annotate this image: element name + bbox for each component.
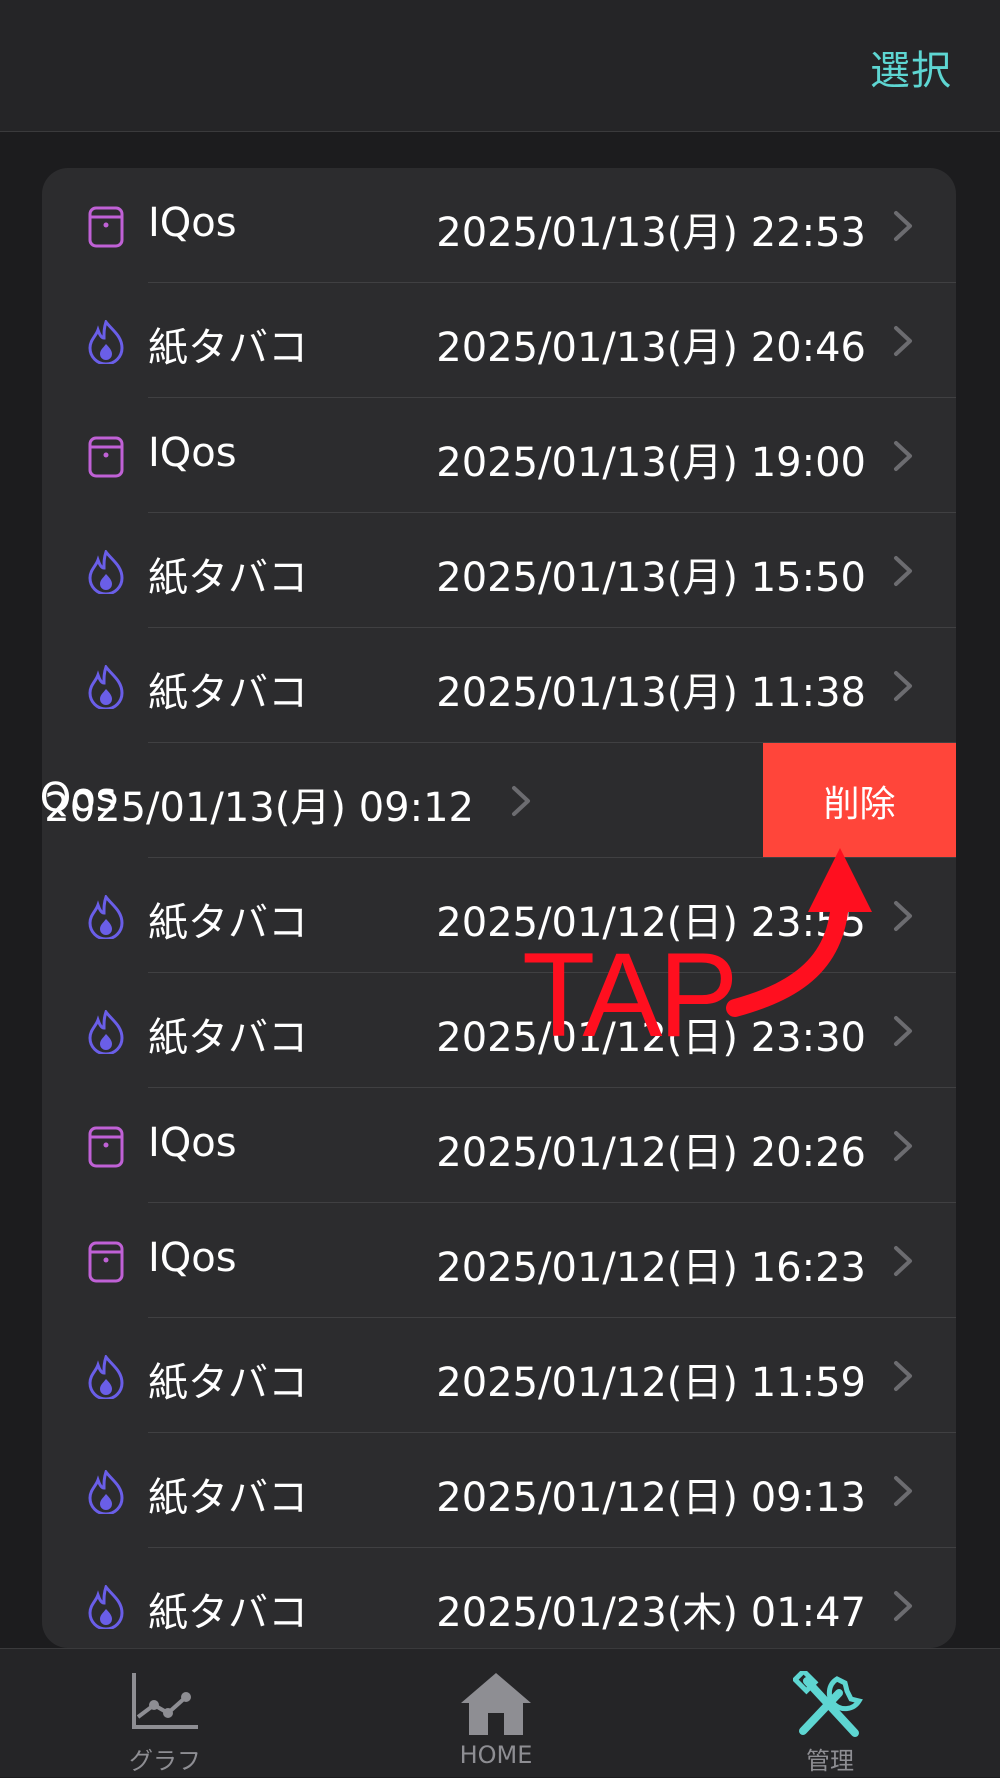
list-item[interactable]: 紙タバコ 2025/01/23(木) 01:47 xyxy=(42,1548,956,1648)
row-datetime: 2025/01/12(日) 09:13 xyxy=(436,1475,866,1521)
flame-icon xyxy=(86,893,126,941)
row-datetime: 2025/01/23(木) 01:47 xyxy=(436,1590,866,1636)
tab-graph[interactable]: グラフ xyxy=(65,1649,265,1778)
row-type-label: 紙タバコ xyxy=(148,900,308,946)
list-item[interactable]: 紙タバコ 2025/01/12(日) 11:59 xyxy=(42,1318,956,1433)
list-item[interactable]: IQos 2025/01/12(日) 20:26 xyxy=(42,1088,956,1203)
tools-icon xyxy=(793,1671,863,1737)
tab-manage-label: 管理 xyxy=(806,1747,854,1775)
row-datetime: 2025/01/12(日) 11:59 xyxy=(436,1360,866,1406)
chevron-right-icon xyxy=(510,785,532,817)
flame-icon xyxy=(86,1008,126,1056)
list-item[interactable]: 紙タバコ 2025/01/13(月) 11:38 xyxy=(42,628,956,743)
flame-icon xyxy=(86,663,126,711)
row-datetime: 2025/01/13(月) 09:12 xyxy=(44,785,474,831)
flame-icon xyxy=(86,1583,126,1631)
list-item[interactable]: 紙タバコ 2025/01/12(日) 23:30 xyxy=(42,973,956,1088)
list-item[interactable]: IQos 2025/01/13(月) 22:53 xyxy=(42,168,956,283)
row-datetime: 2025/01/13(月) 11:38 xyxy=(436,670,866,716)
chevron-right-icon xyxy=(892,555,914,587)
tab-graph-label: グラフ xyxy=(129,1747,201,1775)
iqos-device-icon xyxy=(86,205,126,249)
row-type-label: 紙タバコ xyxy=(148,1475,308,1521)
chart-icon xyxy=(132,1673,198,1729)
list-item[interactable]: IQos 2025/01/13(月) 19:00 xyxy=(42,398,956,513)
home-icon xyxy=(461,1673,531,1735)
row-type-label: IQos xyxy=(148,1235,237,1281)
row-type-label: 紙タバコ xyxy=(148,325,308,371)
select-button[interactable]: 選択 xyxy=(870,38,952,96)
iqos-device-icon xyxy=(86,1240,126,1284)
iqos-device-icon xyxy=(86,1125,126,1169)
row-type-label: 紙タバコ xyxy=(148,1360,308,1406)
flame-icon xyxy=(86,548,126,596)
row-datetime: 2025/01/13(月) 19:00 xyxy=(436,440,866,486)
list-item[interactable]: 紙タバコ 2025/01/13(月) 20:46 xyxy=(42,283,956,398)
row-type-label: 紙タバコ xyxy=(148,1590,308,1636)
tab-home[interactable]: HOME xyxy=(396,1649,596,1778)
flame-icon xyxy=(86,1353,126,1401)
flame-icon xyxy=(86,318,126,366)
chevron-right-icon xyxy=(892,1130,914,1162)
swiped-row-content[interactable]: IQos2025/01/13(月) 09:12 xyxy=(42,743,766,858)
chevron-right-icon xyxy=(892,670,914,702)
row-datetime: 2025/01/13(月) 22:53 xyxy=(436,210,866,256)
chevron-right-icon xyxy=(892,1360,914,1392)
chevron-right-icon xyxy=(892,1015,914,1047)
chevron-right-icon xyxy=(892,325,914,357)
iqos-device-icon xyxy=(86,435,126,479)
row-datetime: 2025/01/13(月) 20:46 xyxy=(436,325,866,371)
row-type-label: IQos xyxy=(148,200,237,246)
row-datetime: 2025/01/13(月) 15:50 xyxy=(436,555,866,601)
list-item[interactable]: IQos2025/01/13(月) 09:12削除 xyxy=(42,743,956,858)
list-item[interactable]: 紙タバコ 2025/01/13(月) 15:50 xyxy=(42,513,956,628)
row-type-label: IQos xyxy=(148,1120,237,1166)
chevron-right-icon xyxy=(892,1590,914,1622)
tab-home-label: HOME xyxy=(459,1741,533,1769)
tab-bar: グラフ HOME 管理 xyxy=(0,1648,1000,1777)
row-type-label: 紙タバコ xyxy=(148,1015,308,1061)
row-type-label: 紙タバコ xyxy=(148,555,308,601)
list-item[interactable]: 紙タバコ 2025/01/12(日) 09:13 xyxy=(42,1433,956,1548)
tab-manage[interactable]: 管理 xyxy=(730,1649,930,1778)
record-list: IQos 2025/01/13(月) 22:53 紙タバコ 2025/01/13(月)… xyxy=(42,168,956,1648)
chevron-right-icon xyxy=(892,210,914,242)
chevron-right-icon xyxy=(892,440,914,472)
chevron-right-icon xyxy=(892,1245,914,1277)
navigation-bar: 選択 xyxy=(0,0,1000,132)
delete-button[interactable]: 削除 xyxy=(763,743,956,858)
row-type-label: 紙タバコ xyxy=(148,670,308,716)
chevron-right-icon xyxy=(892,900,914,932)
row-datetime: 2025/01/12(日) 16:23 xyxy=(436,1245,866,1291)
row-datetime: 2025/01/12(日) 20:26 xyxy=(436,1130,866,1176)
chevron-right-icon xyxy=(892,1475,914,1507)
row-datetime: 2025/01/12(日) 23:30 xyxy=(436,1015,866,1061)
list-item[interactable]: 紙タバコ 2025/01/12(日) 23:55 xyxy=(42,858,956,973)
row-datetime: 2025/01/12(日) 23:55 xyxy=(436,900,866,946)
list-item[interactable]: IQos 2025/01/12(日) 16:23 xyxy=(42,1203,956,1318)
flame-icon xyxy=(86,1468,126,1516)
row-type-label: IQos xyxy=(148,430,237,476)
